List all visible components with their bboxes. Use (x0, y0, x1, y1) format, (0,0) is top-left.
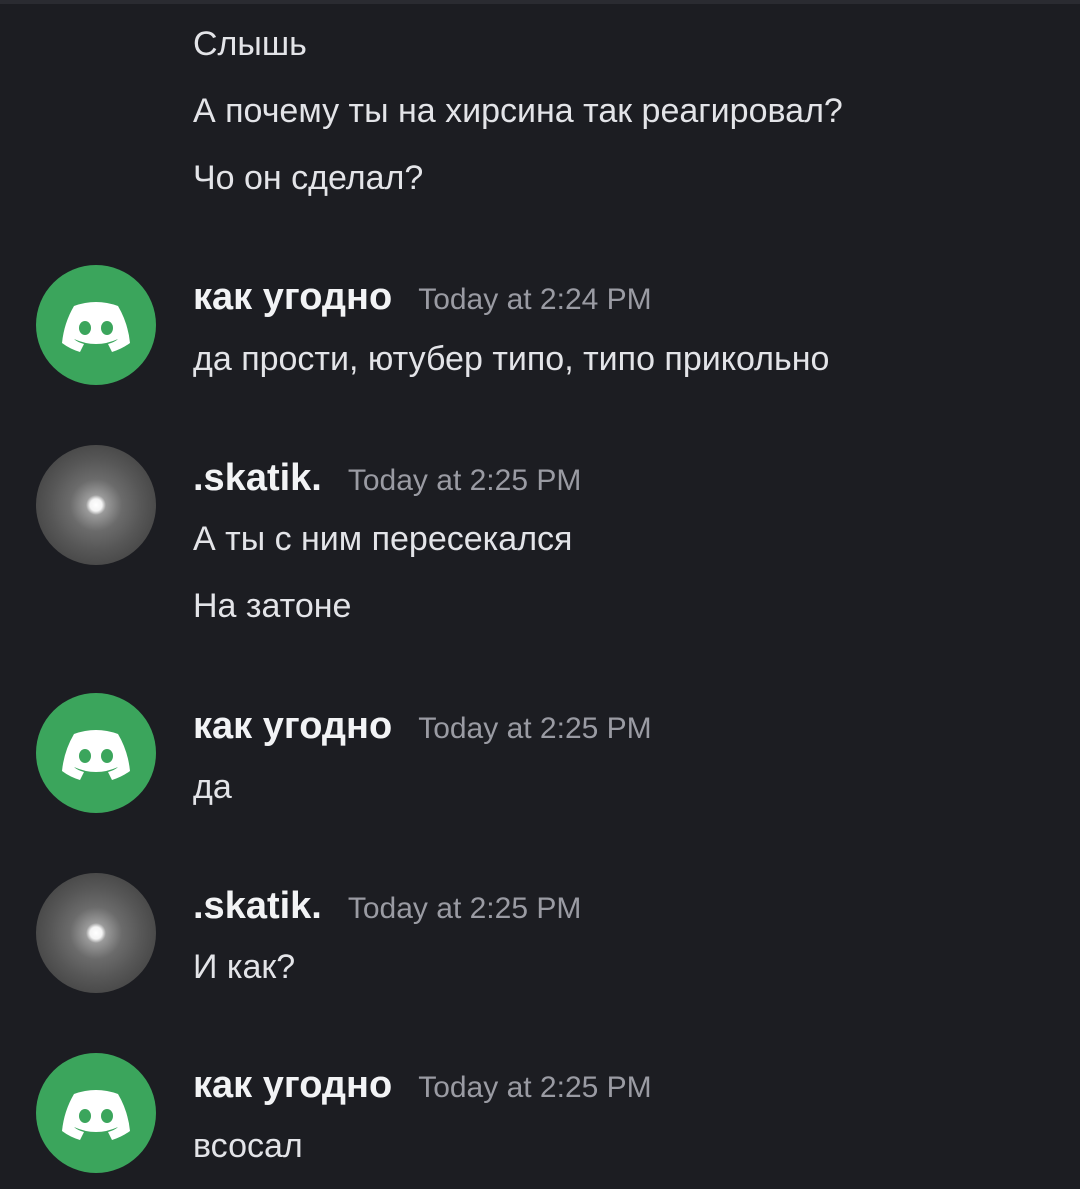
username[interactable]: как угодно (193, 276, 392, 319)
timestamp: Today at 2:25 PM (418, 712, 652, 745)
user-avatar-moon[interactable] (36, 873, 156, 993)
username[interactable]: .skatik. (193, 885, 322, 928)
discord-logo-icon (62, 1090, 130, 1140)
message-line: да прости, ютубер типо, типо прикольно (193, 340, 830, 378)
timestamp: Today at 2:25 PM (418, 1071, 652, 1104)
message-line: Чо он сделал? (193, 159, 424, 197)
timestamp: Today at 2:25 PM (347, 464, 582, 497)
message-header: как угодно Today at 2:25 PM (193, 705, 652, 755)
chat-message-list: Слышь А почему ты на хирсина так реагиро… (0, 0, 1080, 1189)
message-header: .skatik. Today at 2:25 PM (193, 885, 581, 935)
message-line: На затоне (193, 587, 352, 625)
top-divider (0, 0, 1080, 4)
discord-logo-icon (62, 730, 130, 780)
message-line: всосал (193, 1127, 303, 1165)
message-line: да (193, 768, 232, 806)
message-line: Слышь (193, 25, 307, 63)
username[interactable]: как угодно (193, 1064, 392, 1107)
message-header: как угодно Today at 2:24 PM (193, 276, 652, 326)
message-header: как угодно Today at 2:25 PM (193, 1064, 652, 1114)
discord-logo-icon (62, 302, 130, 352)
user-avatar-discord[interactable] (36, 1053, 156, 1173)
user-avatar-discord[interactable] (36, 693, 156, 813)
timestamp: Today at 2:24 PM (418, 283, 652, 316)
message-header: .skatik. Today at 2:25 PM (193, 457, 581, 507)
user-avatar-moon[interactable] (36, 445, 156, 565)
username[interactable]: .skatik. (193, 457, 322, 500)
message-line: А ты с ним пересекался (193, 520, 573, 558)
user-avatar-discord[interactable] (36, 265, 156, 385)
username[interactable]: как угодно (193, 705, 392, 748)
timestamp: Today at 2:25 PM (347, 892, 582, 925)
message-line: И как? (193, 948, 296, 986)
message-line: А почему ты на хирсина так реагировал? (193, 92, 843, 130)
